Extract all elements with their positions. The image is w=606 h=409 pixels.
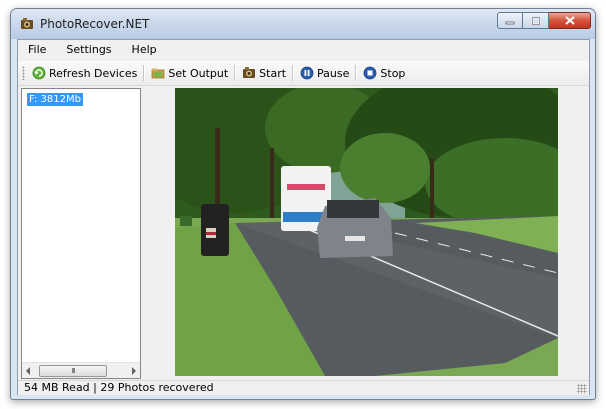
- scroll-thumb[interactable]: III: [39, 365, 107, 377]
- set-output-button[interactable]: Set Output: [148, 63, 231, 83]
- pause-button[interactable]: Pause: [297, 63, 352, 83]
- window-title: PhotoRecover.NET: [40, 17, 150, 31]
- toolbar-separator: [234, 65, 237, 81]
- client-area: File Settings Help Refresh Devices Set O…: [17, 39, 590, 395]
- minimize-icon: [505, 21, 515, 24]
- stop-icon: [364, 66, 377, 80]
- status-bar: 54 MB Read | 29 Photos recovered: [18, 380, 589, 395]
- scroll-left-icon[interactable]: [26, 367, 30, 375]
- minimize-button[interactable]: [497, 12, 523, 29]
- maximize-icon: [531, 16, 540, 25]
- pause-label: Pause: [317, 66, 350, 80]
- toolbar-separator: [143, 65, 146, 81]
- status-text: 54 MB Read | 29 Photos recovered: [24, 381, 214, 394]
- title-bar[interactable]: PhotoRecover.NET: [11, 9, 595, 39]
- folder-icon: [152, 68, 165, 79]
- toolbar-separator: [355, 65, 358, 81]
- toolbar-grip[interactable]: [22, 66, 25, 80]
- device-list[interactable]: F: 3812Mb III: [21, 88, 141, 379]
- close-button[interactable]: [549, 12, 591, 29]
- close-icon: [564, 16, 575, 25]
- maximize-button[interactable]: [523, 12, 549, 29]
- preview-image: [175, 88, 558, 376]
- scroll-right-icon[interactable]: [132, 367, 136, 375]
- toolbar-separator: [292, 65, 295, 81]
- stop-button[interactable]: Stop: [360, 63, 408, 83]
- toolbar: Refresh Devices Set Output Start Pause S…: [18, 61, 589, 86]
- menu-file[interactable]: File: [18, 40, 56, 60]
- start-label: Start: [259, 66, 287, 80]
- menu-settings[interactable]: Settings: [56, 40, 121, 60]
- app-window: PhotoRecover.NET File Settings Help Refr…: [10, 8, 596, 400]
- device-list-hscrollbar[interactable]: III: [22, 362, 140, 378]
- stop-label: Stop: [380, 66, 406, 80]
- menu-help[interactable]: Help: [122, 40, 167, 60]
- device-item-selected[interactable]: F: 3812Mb: [27, 93, 83, 106]
- photo-preview: [175, 88, 558, 376]
- resize-grip-icon[interactable]: [577, 384, 587, 394]
- set-output-label: Set Output: [168, 66, 229, 80]
- app-icon: [21, 18, 33, 29]
- refresh-devices-label: Refresh Devices: [49, 66, 138, 80]
- refresh-devices-button[interactable]: Refresh Devices: [29, 63, 140, 83]
- menu-bar: File Settings Help: [18, 40, 589, 60]
- start-button[interactable]: Start: [239, 63, 289, 83]
- pause-icon: [300, 66, 314, 80]
- refresh-icon: [32, 66, 46, 80]
- caption-buttons: [497, 12, 591, 30]
- start-icon: [243, 67, 256, 78]
